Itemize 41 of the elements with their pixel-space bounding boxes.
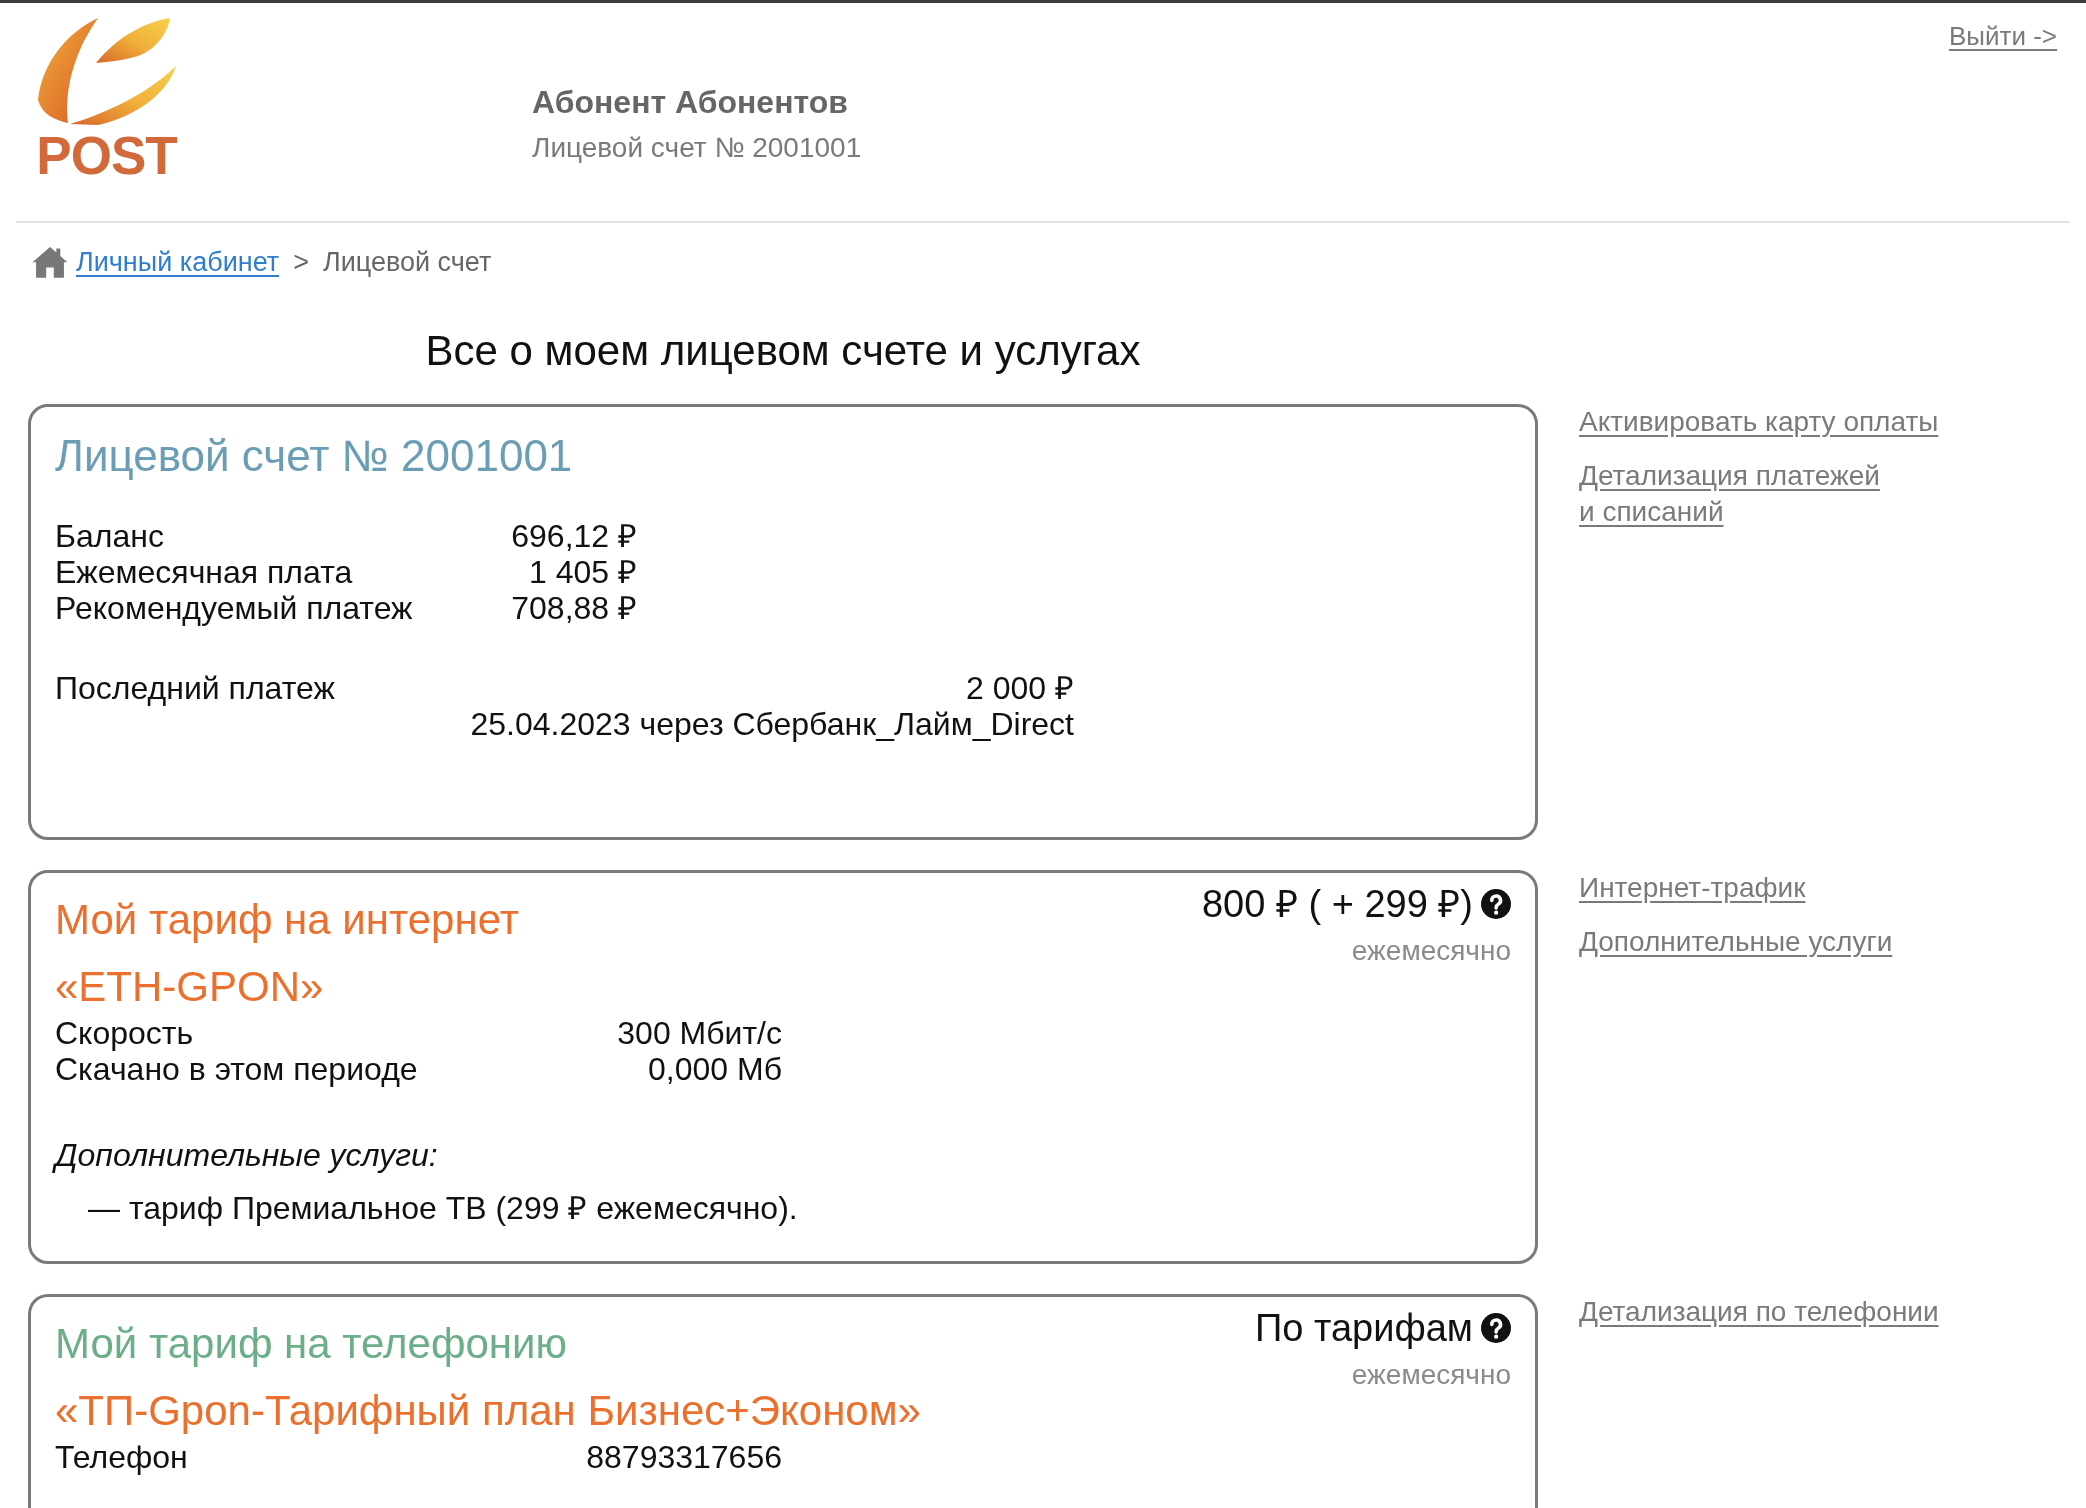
logo-swoosh-icon	[36, 16, 177, 126]
price-period: ежемесячно	[1351, 934, 1511, 968]
card-title: Мой тариф на интернет	[55, 895, 520, 945]
card-title: Мой тариф на телефонию	[55, 1319, 568, 1369]
price-period: ежемесячно	[1351, 1358, 1511, 1392]
row-label: Баланс	[55, 518, 165, 554]
account-number: Лицевой счет № 2001001	[532, 131, 862, 165]
row-label: Ежемесячная плата	[55, 554, 354, 590]
row-value: 88793317656	[586, 1439, 782, 1475]
card-title: Лицевой счет № 2001001	[55, 430, 574, 482]
breadcrumb-separator: >	[293, 246, 309, 279]
row-value: 300 Мбит/с	[617, 1015, 782, 1051]
tariff-price: 800 ₽ ( + 299 ₽)	[1201, 882, 1473, 927]
plan-name: «ТП-Gpon-Тарифный план Бизнес+Эконом»	[55, 1386, 922, 1436]
row-value: 708,88 ₽	[511, 590, 637, 626]
help-icon	[1481, 1313, 1511, 1343]
side-link[interactable]: Интернет-трафик	[1579, 870, 1806, 906]
row-label: Последний платеж	[55, 670, 335, 706]
user-name: Абонент Абонентов	[532, 83, 849, 122]
row-value: 1 405 ₽	[528, 554, 637, 590]
side-link[interactable]: Детализация по телефонии	[1579, 1294, 1939, 1330]
row-label: Скорость	[55, 1015, 195, 1051]
tariff-price: По тарифам	[1255, 1306, 1473, 1351]
logo-text: POST	[36, 132, 177, 180]
row-label: Рекомендуемый платеж	[55, 590, 414, 626]
side-link[interactable]: Активировать карту оплаты	[1579, 404, 1939, 440]
page-title: Все о моем лицевом счете и услугах	[424, 326, 1142, 376]
row-value: 696,12 ₽	[511, 518, 637, 554]
plan-name: «ETH-GPON»	[55, 962, 325, 1012]
extra-service: — тариф Премиальное ТВ (299 ₽ ежемесячно).	[87, 1190, 799, 1226]
logout-link[interactable]: Выйти ->	[1948, 18, 2057, 54]
side-link[interactable]: Дополнительные услуги	[1579, 924, 1893, 960]
row-value: 2 000 ₽	[966, 670, 1074, 706]
breadcrumb-current: Лицевой счет	[322, 246, 492, 279]
row-value: 0,000 Мб	[647, 1051, 782, 1087]
side-link[interactable]: Детализация платежей и списаний	[1579, 458, 1880, 530]
payment-details: 25.04.2023 через Сбербанк_Лайм_Direct	[470, 706, 1074, 742]
help-icon	[1481, 889, 1511, 919]
row-label: Скачано в этом периоде	[55, 1051, 419, 1087]
row-label: Телефон	[55, 1439, 189, 1475]
breadcrumb-link[interactable]: Личный кабинет	[76, 244, 280, 280]
